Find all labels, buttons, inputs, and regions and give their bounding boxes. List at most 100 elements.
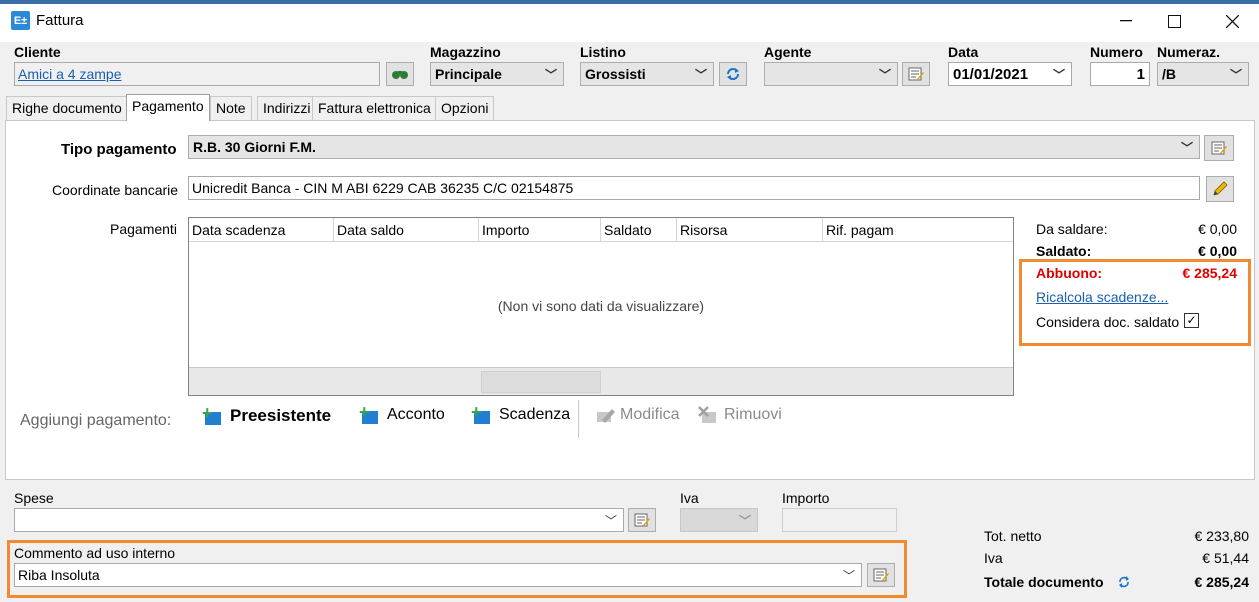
aggiungi-pagamento-label: Aggiungi pagamento: (20, 412, 172, 429)
col-data-saldo[interactable]: Data saldo (334, 218, 479, 242)
tipo-pagamento-edit-button[interactable] (1204, 135, 1234, 161)
app-icon: E± (11, 11, 30, 30)
spese-select[interactable]: ﹀ (14, 508, 624, 532)
acconto-button[interactable]: + Acconto (359, 403, 445, 424)
cliente-field[interactable]: Amici a 4 zampe (14, 62, 380, 86)
background-window-strip (0, 0, 1259, 4)
modifica-button[interactable]: Modifica (596, 406, 680, 424)
col-importo[interactable]: Importo (479, 218, 601, 242)
edit-icon (597, 409, 615, 423)
da-saldare-value: € 0,00 (1198, 221, 1237, 237)
listino-select[interactable]: Grossisti ﹀ (580, 62, 714, 86)
data-label: Data (948, 44, 979, 60)
edit-list-icon (634, 513, 650, 527)
tot-netto-label: Tot. netto (984, 528, 1042, 544)
iva-select[interactable]: ﹀ (680, 508, 758, 532)
chevron-down-icon: ﹀ (1052, 68, 1065, 82)
magazzino-label: Magazzino (430, 44, 501, 60)
preesistente-button[interactable]: + Preesistente (202, 404, 331, 426)
binoculars-icon (392, 71, 408, 79)
tot-netto-value: € 233,80 (1194, 528, 1250, 544)
chevron-down-icon: ﹀ (1229, 68, 1242, 82)
add-icon: + (359, 403, 379, 424)
tab-righe-documento[interactable]: Righe documento (6, 96, 128, 120)
col-rif-pagam[interactable]: Rif. pagam (823, 218, 1013, 242)
minimize-icon (1120, 20, 1132, 22)
cliente-label: Cliente (14, 44, 61, 60)
chevron-down-icon: ﹀ (878, 68, 891, 82)
remove-icon (698, 406, 716, 423)
cliente-search-button[interactable] (386, 62, 414, 86)
coordinate-bancarie-label: Coordinate bancarie (52, 182, 179, 198)
scadenza-button[interactable]: + Scadenza (471, 403, 570, 424)
totale-documento-value: € 285,24 (1194, 574, 1250, 590)
chevron-down-icon: ﹀ (1180, 141, 1193, 155)
saldato-value: € 0,00 (1198, 243, 1237, 259)
spese-edit-button[interactable] (628, 508, 656, 532)
col-data-scadenza[interactable]: Data scadenza (189, 218, 334, 242)
refresh-icon (727, 68, 739, 80)
numero-input[interactable]: 1 (1090, 62, 1150, 86)
minimize-button[interactable] (1102, 0, 1150, 42)
edit-list-icon (1211, 141, 1227, 155)
commento-edit-button[interactable] (867, 563, 895, 587)
pagamenti-grid[interactable]: Data scadenza Data saldo Importo Saldato… (188, 217, 1014, 396)
totale-refresh-button[interactable] (1118, 575, 1130, 592)
data-picker[interactable]: 01/01/2021 ﹀ (948, 62, 1072, 86)
listino-refresh-button[interactable] (719, 62, 747, 86)
tipo-pagamento-select[interactable]: R.B. 30 Giorni F.M. ﹀ (188, 135, 1200, 159)
add-icon: + (202, 404, 222, 425)
grid-footer (189, 367, 1013, 395)
ricalcola-scadenze-link[interactable]: Ricalcola scadenze... (1036, 289, 1168, 305)
maximize-icon (1167, 14, 1181, 28)
toolbar-divider (578, 400, 579, 438)
numeraz-select[interactable]: /B ﹀ (1157, 62, 1249, 86)
coordinate-bancarie-input[interactable]: Unicredit Banca - CIN M ABI 6229 CAB 362… (188, 176, 1200, 200)
refresh-icon (1119, 576, 1129, 588)
saldato-label: Saldato: (1036, 243, 1092, 259)
window-title: Fattura (36, 12, 84, 29)
tab-indirizzi[interactable]: Indirizzi (257, 96, 317, 120)
chevron-down-icon: ﹀ (842, 569, 855, 583)
grid-header: Data scadenza Data saldo Importo Saldato… (189, 218, 1013, 242)
tab-pagamento[interactable]: Pagamento (126, 94, 210, 121)
numero-label: Numero (1090, 44, 1143, 60)
close-button[interactable] (1208, 0, 1256, 42)
cliente-link[interactable]: Amici a 4 zampe (18, 66, 121, 82)
col-risorsa[interactable]: Risorsa (677, 218, 823, 242)
totals-iva-value: € 51,44 (1202, 550, 1249, 566)
grid-empty-message: (Non vi sono dati da visualizzare) (497, 298, 705, 314)
agente-edit-button[interactable] (902, 62, 930, 86)
rimuovi-button[interactable]: Rimuovi (698, 406, 782, 424)
considera-saldato-checkbox[interactable]: ✓ (1184, 313, 1199, 328)
numeraz-label: Numeraz. (1157, 44, 1221, 60)
considera-saldato-label: Considera doc. saldato (1036, 314, 1180, 330)
coordinate-edit-button[interactable] (1206, 176, 1234, 202)
magazzino-select[interactable]: Principale ﹀ (430, 62, 564, 86)
tab-opzioni[interactable]: Opzioni (435, 96, 495, 120)
totals-iva-label: Iva (984, 550, 1003, 566)
edit-list-icon (908, 67, 924, 81)
chevron-down-icon: ﹀ (694, 68, 707, 82)
chevron-down-icon: ﹀ (604, 514, 617, 528)
tab-note[interactable]: Note (210, 96, 252, 120)
tab-fattura-elettronica[interactable]: Fattura elettronica (312, 96, 437, 120)
iva-label: Iva (680, 490, 699, 506)
commento-select[interactable]: Riba Insoluta ﹀ (14, 563, 862, 587)
close-icon (1225, 14, 1239, 28)
agente-select[interactable]: ﹀ (764, 62, 898, 86)
tipo-pagamento-label: Tipo pagamento (61, 141, 177, 158)
abbuono-label: Abbuono: (1036, 265, 1103, 281)
totale-documento-label: Totale documento (984, 574, 1104, 590)
maximize-button[interactable] (1150, 0, 1198, 42)
importo-label: Importo (782, 490, 830, 506)
importo-input[interactable] (782, 508, 897, 532)
grid-scrollbar[interactable] (481, 371, 601, 393)
pencil-icon (1213, 181, 1228, 196)
col-saldato[interactable]: Saldato (601, 218, 677, 242)
agente-label: Agente (764, 44, 812, 60)
spese-label: Spese (14, 490, 54, 506)
listino-label: Listino (580, 44, 626, 60)
commento-label: Commento ad uso interno (14, 545, 176, 561)
pagamenti-label: Pagamenti (110, 221, 177, 237)
